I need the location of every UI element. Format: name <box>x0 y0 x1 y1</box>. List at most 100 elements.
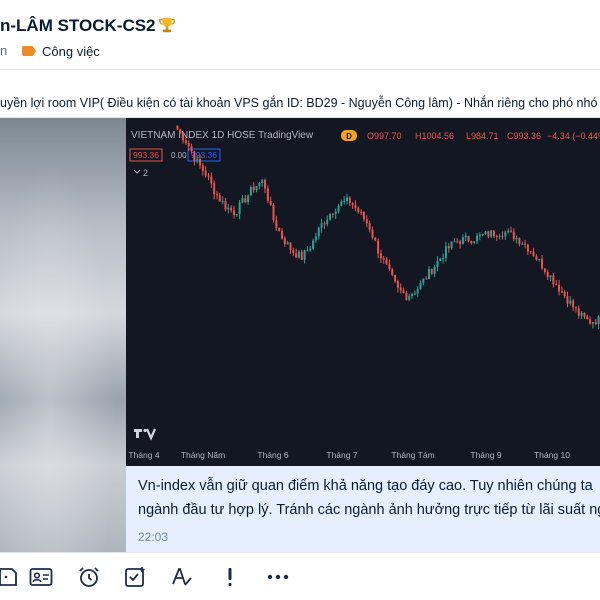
candle-body <box>201 165 204 171</box>
candle-body <box>518 237 521 244</box>
candle-body <box>487 231 490 237</box>
candle-body <box>176 125 179 130</box>
candle-body <box>453 241 456 243</box>
candle-body <box>218 195 221 202</box>
candle-body <box>314 236 317 241</box>
candle-body <box>323 223 326 225</box>
more-button[interactable] <box>264 563 292 591</box>
tag-icon <box>22 46 36 56</box>
alarm-clock-icon <box>79 567 99 587</box>
candle-body <box>459 241 462 244</box>
candle-body <box>577 308 580 316</box>
candle-body <box>408 296 411 300</box>
candle-body <box>196 158 199 161</box>
message-time: 22:03 <box>138 530 169 544</box>
candle-body <box>360 212 363 214</box>
candle-body <box>241 198 244 203</box>
candle-body <box>224 201 227 210</box>
price-mid: 0.00 <box>171 151 187 160</box>
candle-body <box>450 241 453 249</box>
candle-body <box>261 180 264 183</box>
candle-body <box>476 235 479 242</box>
chart-image[interactable]: VIETNAM INDEX 1D HOSE TradingView D O997… <box>126 118 600 466</box>
sticker-button[interactable] <box>0 563 22 591</box>
candle-body <box>558 284 561 292</box>
candle-body <box>365 219 368 224</box>
message-bubble[interactable]: VIETNAM INDEX 1D HOSE TradingView D O997… <box>126 118 600 552</box>
candle-body <box>179 129 182 133</box>
candle-body <box>456 241 459 243</box>
candle-body <box>405 293 408 300</box>
candle-body <box>442 257 445 259</box>
candle-body <box>416 289 419 294</box>
candle-body <box>232 210 235 215</box>
text-format-icon <box>172 568 192 586</box>
candle-body <box>303 250 306 260</box>
price-box-1-text: 993.36 <box>133 150 159 160</box>
category-tag[interactable]: Công việc <box>22 42 100 60</box>
conversation-header: n-LÂM STOCK-CS2 n Công việc <box>0 0 600 70</box>
candle-body <box>433 266 436 274</box>
candle-body <box>396 281 399 288</box>
format-text-button[interactable] <box>168 563 196 591</box>
group-title[interactable]: n-LÂM STOCK-CS2 <box>0 16 176 36</box>
candle-body <box>264 180 267 189</box>
candle-body <box>552 275 555 284</box>
candle-body <box>252 187 255 191</box>
candle-body <box>244 198 247 203</box>
candle-body <box>436 261 439 267</box>
candle-body <box>467 235 470 242</box>
candle-body <box>187 143 190 147</box>
contact-card-button[interactable] <box>27 563 55 591</box>
candle-body <box>283 238 286 245</box>
candle-body <box>266 188 269 201</box>
candle-body <box>566 296 569 304</box>
candle-body <box>204 170 207 176</box>
candle-body <box>560 291 563 293</box>
candle-body <box>207 175 210 177</box>
task-button[interactable] <box>121 563 149 591</box>
candle-body <box>504 232 507 237</box>
contact-card-icon <box>29 568 53 586</box>
ohlc-low: L984.71 <box>466 131 499 141</box>
candle-body <box>572 300 575 308</box>
important-button[interactable] <box>216 563 244 591</box>
candle-body <box>546 271 549 278</box>
tradingview-logo <box>134 428 157 441</box>
candle-body <box>580 312 583 316</box>
candle-body <box>340 201 343 206</box>
candle-body <box>430 269 433 274</box>
candle-body <box>331 213 334 215</box>
candle-body <box>255 186 258 191</box>
candle-body <box>427 269 430 280</box>
candle-body <box>368 223 371 230</box>
candle-body <box>583 312 586 317</box>
message-text: Vn-index vẫn giữ quan điểm khả năng tạo … <box>138 474 600 522</box>
reminder-button[interactable] <box>75 563 103 591</box>
candle-body <box>215 194 218 196</box>
x-axis-labels: Tháng 4 Tháng Năm Tháng 6 Tháng 7 Tháng Tám T… <box>128 450 570 460</box>
candle-body <box>278 227 281 231</box>
tag-label: Công việc <box>42 43 100 59</box>
ohlc-close: C993.36 <box>507 131 541 141</box>
candle-body <box>385 259 388 265</box>
x-axis-label: Tháng Tám <box>391 450 434 460</box>
collapse-chevron-icon[interactable] <box>133 169 141 174</box>
candle-body <box>464 235 467 238</box>
candles-group <box>176 125 600 329</box>
candle-body <box>374 237 377 241</box>
candle-body <box>289 242 292 251</box>
candle-body <box>379 253 382 259</box>
candle-body <box>221 201 224 203</box>
x-axis-label: Tháng 7 <box>326 450 357 460</box>
candle-body <box>493 230 495 237</box>
candle-body <box>357 208 360 213</box>
pinned-message-bar[interactable]: uyền lợi room VIP( Điều kiện có tài khoả… <box>0 70 600 118</box>
candle-body <box>589 319 592 324</box>
candle-body <box>470 241 473 243</box>
candle-body <box>326 219 329 225</box>
message-line-1: Vn-index vẫn giữ quan điểm khả năng tạo … <box>138 478 593 494</box>
message-line-2: ngành đầu tư hợp lý. Tránh các ngành ảnh… <box>138 502 600 518</box>
candle-body <box>524 243 527 245</box>
candle-body <box>529 251 532 253</box>
